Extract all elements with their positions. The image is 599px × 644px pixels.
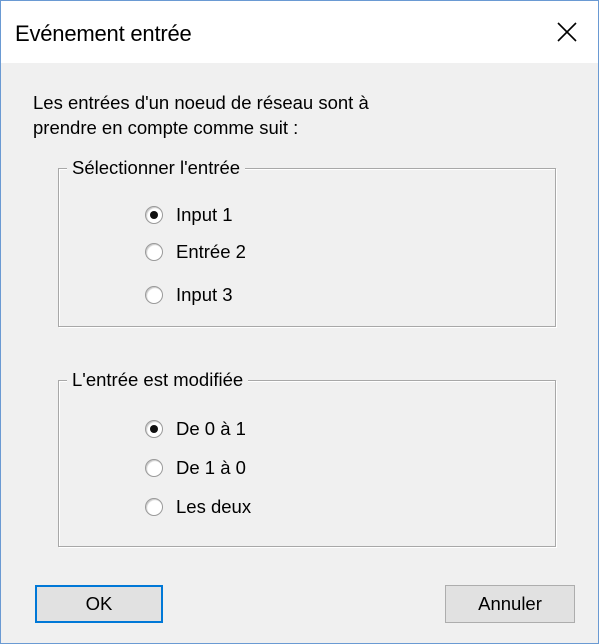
input-change-group: L'entrée est modifiée De 0 à 1 De 1 à 0 … xyxy=(58,368,556,547)
radio-input-3-circle[interactable] xyxy=(145,286,163,304)
radio-1-to-0-label: De 1 à 0 xyxy=(176,457,246,478)
radio-1-to-0[interactable]: De 1 à 0 xyxy=(145,455,246,481)
radio-input-3-label: Input 3 xyxy=(176,284,233,305)
dialog-window: Evénement entrée Les entrées d'un noeud … xyxy=(0,0,599,644)
radio-input-2-circle[interactable] xyxy=(145,243,163,261)
select-input-legend: Sélectionner l'entrée xyxy=(67,156,246,180)
description-text: Les entrées d'un noeud de réseau sont à … xyxy=(33,90,493,140)
description-line-1: Les entrées d'un noeud de réseau sont à xyxy=(33,92,369,113)
radio-0-to-1-circle[interactable] xyxy=(145,420,163,438)
description-line-2: prendre en compte comme suit : xyxy=(33,117,299,138)
window-title: Evénement entrée xyxy=(15,21,192,46)
close-button[interactable] xyxy=(536,1,598,63)
radio-input-2-label: Entrée 2 xyxy=(176,241,246,262)
close-icon xyxy=(557,22,577,42)
radio-1-to-0-circle[interactable] xyxy=(145,459,163,477)
radio-input-1-circle[interactable] xyxy=(145,206,163,224)
radio-both-label: Les deux xyxy=(176,496,252,517)
radio-input-2[interactable]: Entrée 2 xyxy=(145,239,246,265)
title-bar: Evénement entrée xyxy=(1,1,598,63)
radio-input-1[interactable]: Input 1 xyxy=(145,202,233,228)
radio-0-to-1-label: De 0 à 1 xyxy=(176,418,246,439)
radio-input-1-label: Input 1 xyxy=(176,204,233,225)
radio-both[interactable]: Les deux xyxy=(145,494,251,520)
input-change-legend: L'entrée est modifiée xyxy=(67,368,249,392)
radio-0-to-1[interactable]: De 0 à 1 xyxy=(145,416,246,442)
radio-input-3[interactable]: Input 3 xyxy=(145,282,233,308)
select-input-group: Sélectionner l'entrée Input 1 Entrée 2 I… xyxy=(58,156,556,327)
cancel-button[interactable]: Annuler xyxy=(445,585,575,623)
radio-both-circle[interactable] xyxy=(145,498,163,516)
ok-button[interactable]: OK xyxy=(35,585,163,623)
